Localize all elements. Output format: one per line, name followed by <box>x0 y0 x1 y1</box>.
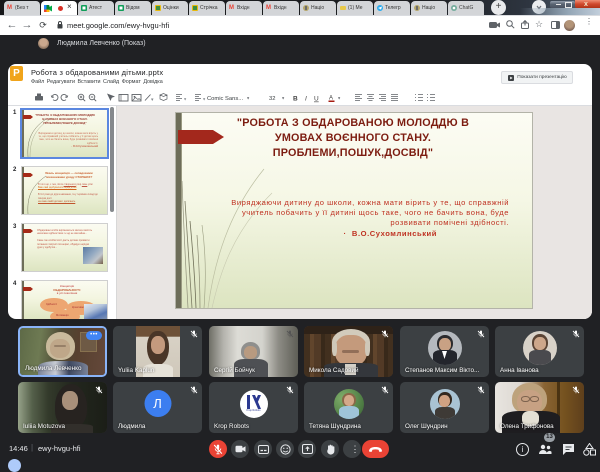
svg-text:▾: ▾ <box>338 96 341 101</box>
svg-text:▾: ▾ <box>282 96 285 101</box>
svg-text:Comic Sans...: Comic Sans... <box>207 96 243 102</box>
svg-text:▾: ▾ <box>184 97 187 102</box>
svg-text:▾: ▾ <box>151 97 154 103</box>
svg-text:▾: ▾ <box>247 96 250 101</box>
svg-text:I: I <box>305 96 307 103</box>
svg-text:U: U <box>314 96 319 103</box>
svg-text:▾: ▾ <box>203 97 206 102</box>
svg-text:B: B <box>293 96 298 103</box>
svg-text:32: 32 <box>269 96 275 102</box>
